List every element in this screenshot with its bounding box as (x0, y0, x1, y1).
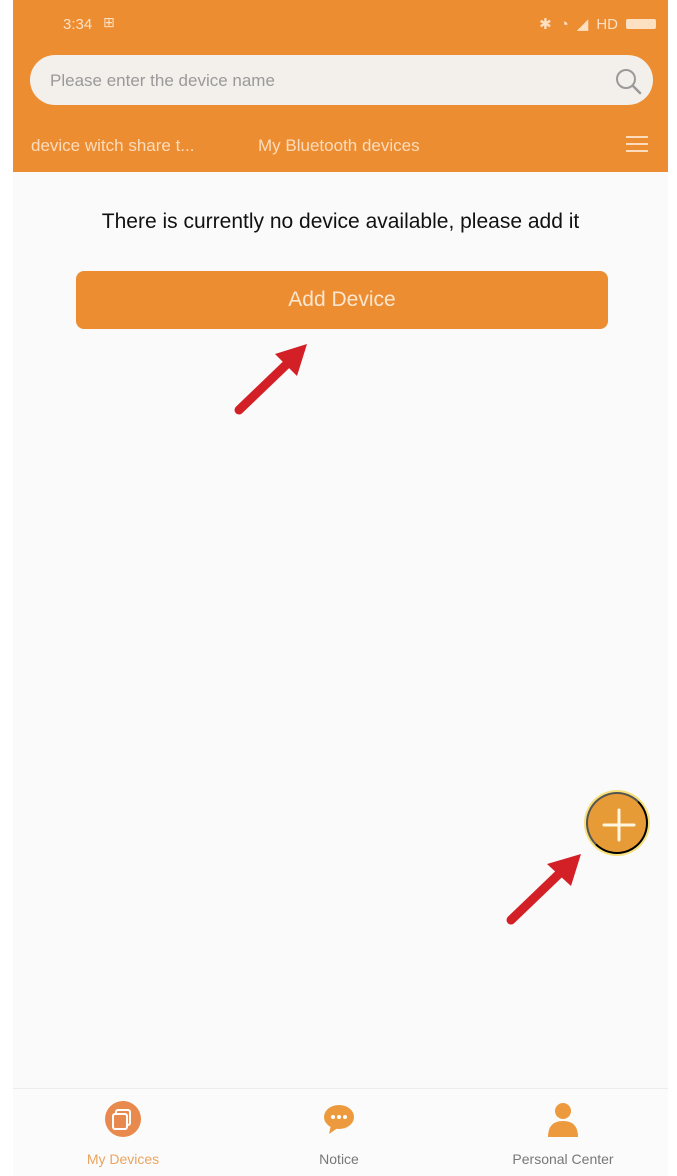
nav-label-notice: Notice (319, 1151, 359, 1167)
battery-icon (626, 19, 656, 29)
add-device-button[interactable]: Add Device (76, 271, 608, 329)
nav-label-personal-center: Personal Center (512, 1151, 614, 1167)
search-input[interactable] (48, 65, 592, 97)
add-device-fab[interactable] (586, 792, 648, 854)
search-icon[interactable] (613, 66, 643, 96)
notification-icon: ⊞ (103, 14, 115, 30)
person-icon (548, 1103, 578, 1137)
menu-icon[interactable] (626, 136, 648, 156)
wifi-icon: ◔ (559, 15, 569, 33)
network-type: HD (596, 15, 618, 33)
devices-icon (105, 1101, 141, 1137)
nav-label-my-devices: My Devices (86, 1151, 160, 1167)
tab-bluetooth-devices[interactable]: My Bluetooth devices (258, 136, 420, 156)
device-tabs: device witch share t... My Bluetooth dev… (13, 122, 668, 172)
bluetooth-icon: ✱ (539, 16, 552, 33)
nav-notice[interactable]: Notice (259, 1089, 419, 1176)
header: 3:34 ⊞ ✱ ◔ ◢ HD device witch share t... … (13, 0, 668, 172)
nav-my-devices[interactable]: My Devices (43, 1089, 203, 1176)
status-indicators: ✱ ◔ ◢ HD (539, 15, 656, 33)
status-bar: 3:34 ⊞ ✱ ◔ ◢ HD (13, 0, 668, 46)
tab-shared-devices[interactable]: device witch share t... (31, 136, 227, 156)
search-bar[interactable] (30, 55, 653, 105)
status-time: 3:34 (63, 16, 93, 33)
chat-bubble-icon (324, 1105, 354, 1134)
signal-icon: ◢ (576, 16, 589, 33)
nav-personal-center[interactable]: Personal Center (483, 1089, 643, 1176)
red-arrow-icon (234, 344, 307, 415)
app-screen: 3:34 ⊞ ✱ ◔ ◢ HD device witch share t... … (13, 0, 668, 1176)
bottom-nav: My Devices Notice Personal Center (13, 1088, 668, 1176)
red-arrow-icon (506, 854, 581, 925)
empty-state-message: There is currently no device available, … (101, 210, 580, 233)
plus-icon (602, 808, 636, 842)
